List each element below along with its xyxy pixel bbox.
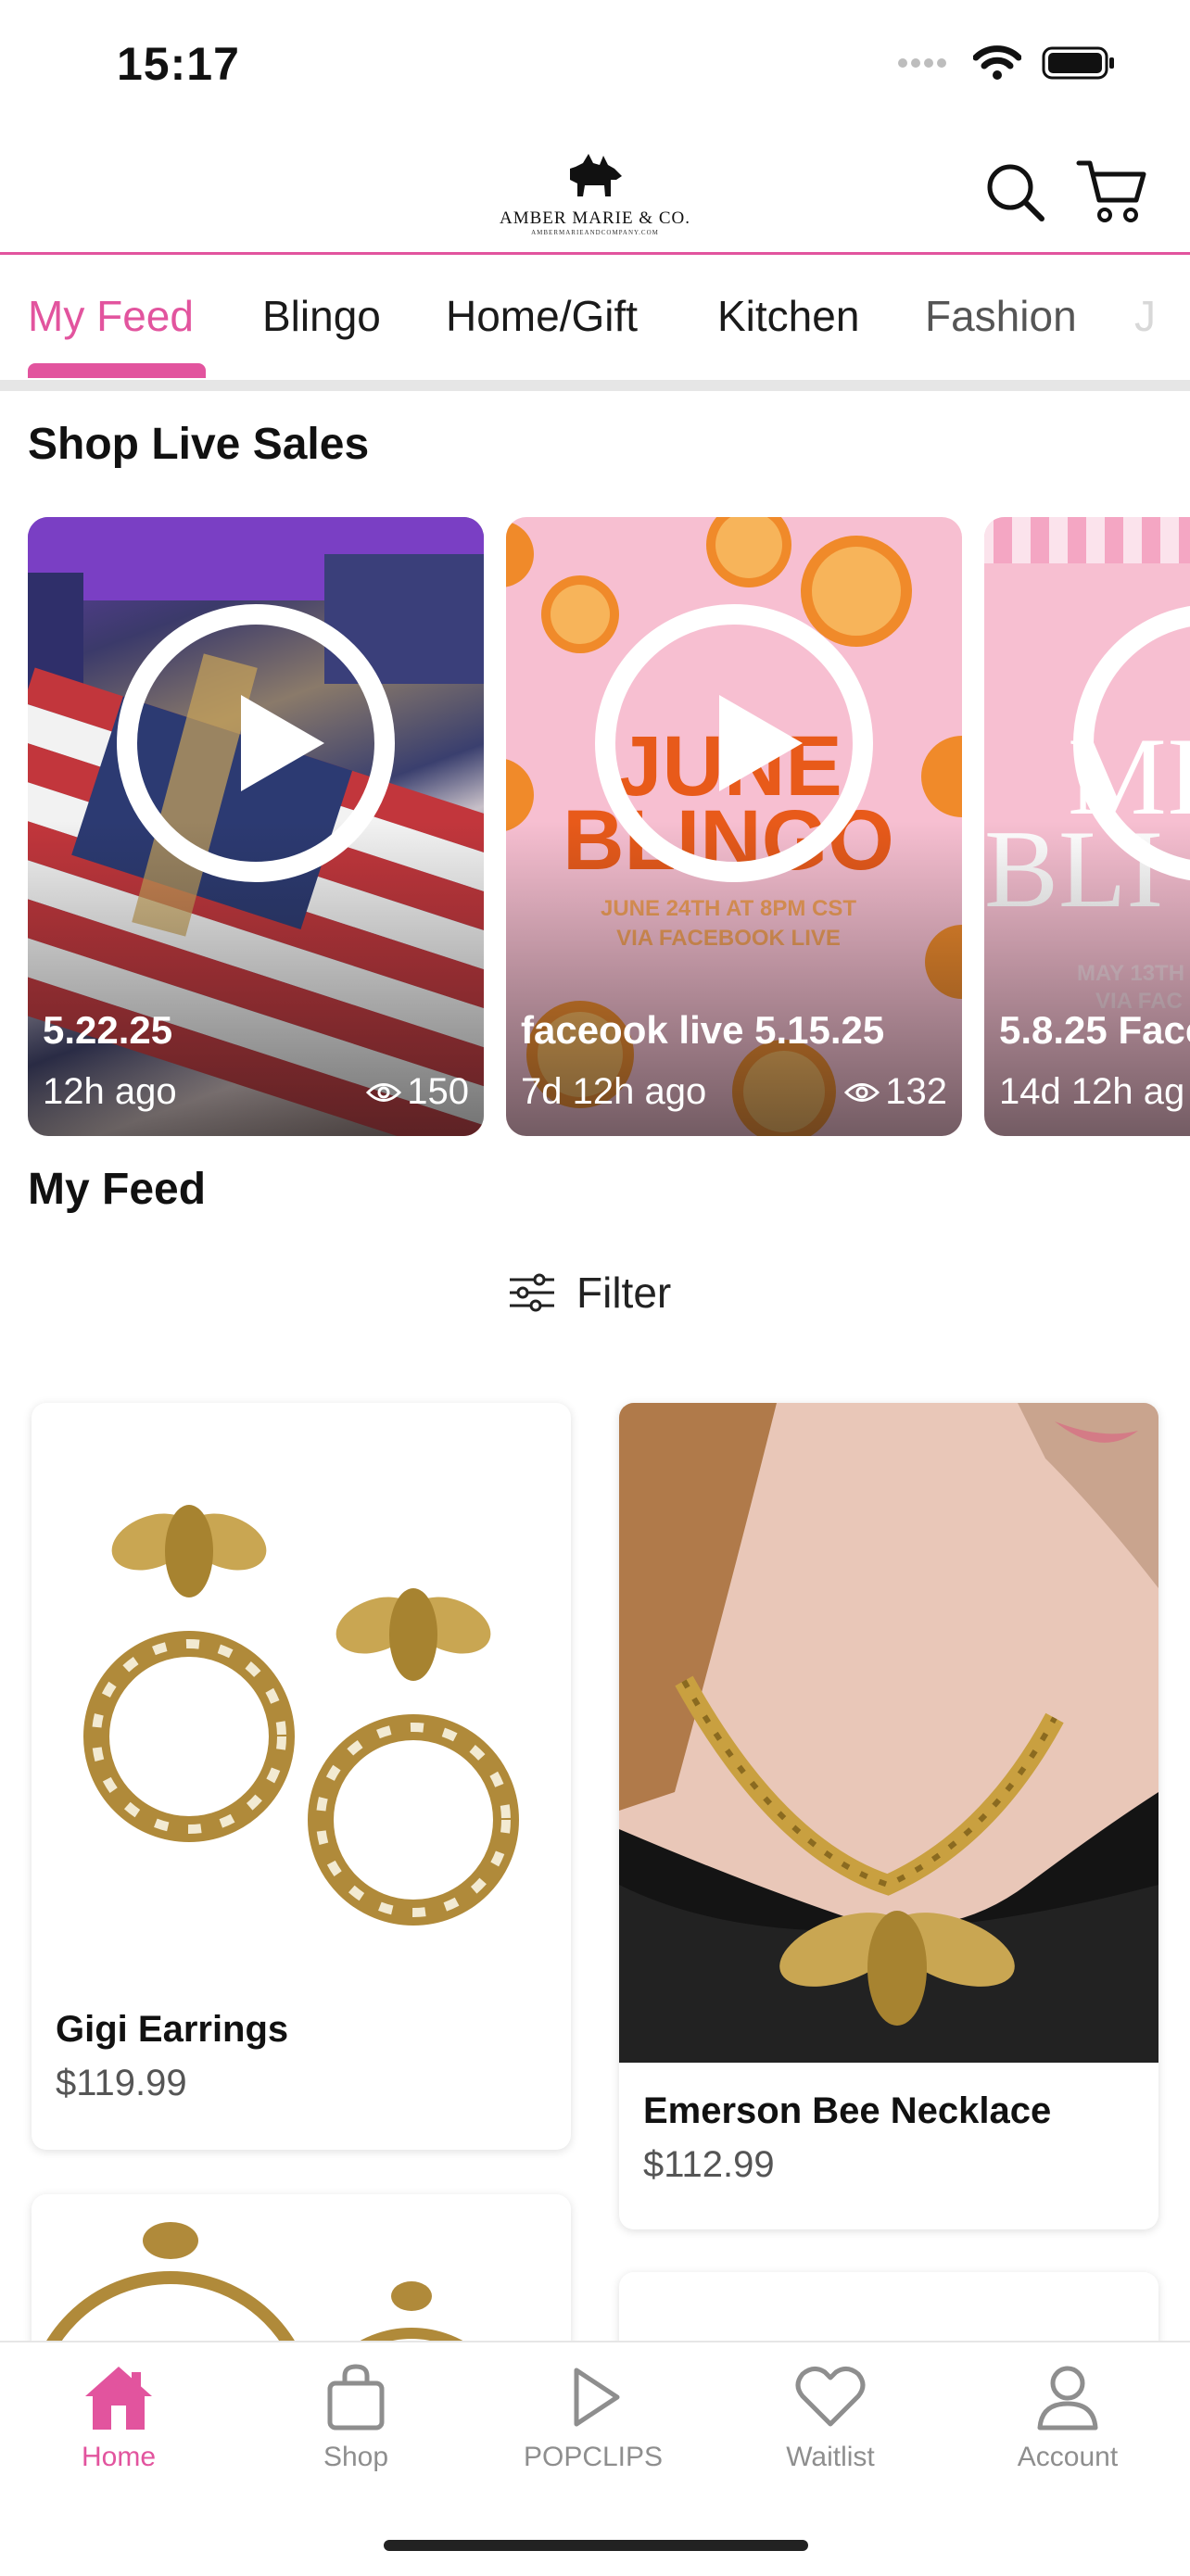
live-age: 7d 12h ago [521, 1071, 707, 1112]
filter-label: Filter [576, 1269, 672, 1317]
heart-icon [795, 2367, 866, 2427]
product-card[interactable]: Emerson Bee Necklace $112.99 [619, 1403, 1158, 2229]
logo-title: AMBER MARIE & CO. [500, 208, 690, 228]
filter-sliders-icon [510, 1273, 554, 1312]
home-icon [85, 2367, 152, 2430]
status-icons [897, 44, 1116, 82]
status-time: 15:17 [117, 38, 240, 90]
filter-button[interactable]: Filter [508, 1268, 671, 1318]
play-icon [719, 695, 803, 791]
home-indicator [384, 2540, 808, 2551]
tab-kitchen[interactable]: Kitchen [717, 291, 859, 341]
play-icon [574, 2368, 620, 2427]
product-name: Emerson Bee Necklace [643, 2090, 1052, 2131]
nav-account-label: Account [1017, 2442, 1119, 2472]
live-age: 12h ago [43, 1071, 177, 1112]
live-sale-card[interactable]: MI BLI MAY 13TH VIA FAC 5.8.25 Face 14d … [984, 517, 1190, 1136]
view-count: 132 [844, 1071, 947, 1113]
product-price: $119.99 [56, 2063, 187, 2103]
nav-waitlist-label: Waitlist [786, 2442, 875, 2472]
feed-title: My Feed [28, 1165, 207, 1214]
product-price: $112.99 [643, 2144, 775, 2185]
view-count-value: 150 [407, 1071, 469, 1112]
tab-my-feed[interactable]: My Feed [28, 291, 194, 341]
product-name: Gigi Earrings [56, 2009, 289, 2050]
scottie-dog-icon [570, 154, 622, 196]
view-count: 150 [366, 1071, 469, 1113]
tab-blingo[interactable]: Blingo [262, 291, 381, 341]
product-image-necklace [619, 1403, 1158, 2063]
tabs-divider [0, 380, 1190, 391]
signal-icon [898, 58, 946, 68]
eye-icon [844, 1082, 880, 1102]
play-icon [241, 695, 324, 791]
brand-logo[interactable]: AMBER MARIE & CO. AMBERMARIEANDCOMPANY.C… [495, 148, 695, 236]
nav-popclips-label: POPCLIPS [523, 2442, 664, 2472]
nav-home[interactable]: Home [26, 2363, 211, 2473]
logo-subtitle: AMBERMARIEANDCOMPANY.COM [531, 229, 659, 236]
nav-home-label: Home [81, 2442, 157, 2472]
live-sales-title: Shop Live Sales [28, 420, 370, 469]
live-title: faceook live 5.15.25 [521, 1008, 885, 1052]
play-button-ring [117, 604, 395, 882]
tab-j[interactable]: J [1134, 291, 1156, 341]
nav-waitlist[interactable]: Waitlist [738, 2363, 923, 2473]
battery-icon [1042, 46, 1114, 80]
nav-shop-label: Shop [323, 2442, 389, 2472]
wifi-icon [973, 45, 1021, 80]
nav-account[interactable]: Account [975, 2363, 1160, 2473]
live-title: 5.8.25 Face [999, 1008, 1190, 1052]
live-title: 5.22.25 [43, 1008, 173, 1052]
eye-icon [366, 1082, 402, 1102]
cart-icon[interactable] [1075, 156, 1149, 226]
live-age: 14d 12h ag [999, 1071, 1185, 1112]
view-count-value: 132 [885, 1071, 947, 1112]
live-sale-card[interactable]: 5.22.25 12h ago 150 [28, 517, 484, 1136]
active-tab-indicator [28, 363, 206, 378]
header-divider [0, 252, 1190, 255]
tab-fashion[interactable]: Fashion [925, 291, 1077, 341]
nav-popclips[interactable]: POPCLIPS [500, 2363, 686, 2473]
shopping-bag-icon [327, 2364, 385, 2431]
search-icon[interactable] [982, 159, 1047, 224]
nav-shop[interactable]: Shop [263, 2363, 449, 2473]
product-card[interactable]: Gigi Earrings $119.99 [32, 1403, 571, 2150]
play-button-ring [595, 604, 873, 882]
tab-home-gift[interactable]: Home/Gift [446, 291, 638, 341]
product-image-earrings [83, 1505, 519, 1926]
user-icon [1037, 2366, 1098, 2431]
live-sale-card[interactable]: JUNE BLINGO JUNE 24TH AT 8PM CST VIA FAC… [506, 517, 962, 1136]
